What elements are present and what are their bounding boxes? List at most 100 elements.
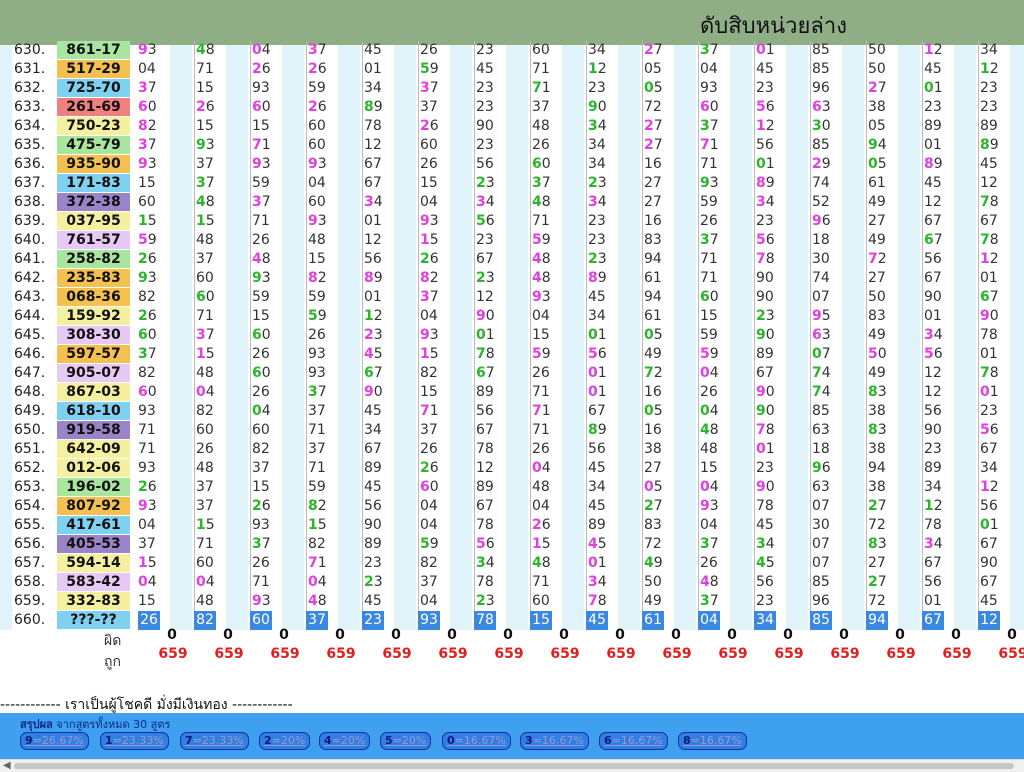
prediction-cell: 60 xyxy=(138,327,157,343)
prediction-cell: 23 xyxy=(474,98,510,117)
prediction-cell: 56 xyxy=(362,497,398,516)
summary-badge[interactable]: 4=20% xyxy=(319,732,371,750)
prediction-cell: 78 xyxy=(362,117,398,136)
table-row: 640. 761-57 59 48 26 48 12 15 23 59 23 83 37 56 18 49 67… xyxy=(0,231,1024,250)
scroll-left-icon[interactable]: ◀ xyxy=(3,760,11,771)
prediction-cell: 15 xyxy=(250,478,286,497)
prediction-cell: 34 xyxy=(362,421,398,440)
prediction-cell: 90 xyxy=(754,478,790,497)
prediction-cell: 04 xyxy=(138,61,156,77)
prediction-cell: 15 xyxy=(418,383,454,402)
summary-badge[interactable]: 2=20% xyxy=(259,732,311,750)
prediction-cell: 49 xyxy=(642,592,678,611)
summary-badge[interactable]: 8=16.67% xyxy=(678,732,747,750)
row-number: 646. xyxy=(14,346,46,362)
prediction-cell-pending: 37 xyxy=(306,611,328,630)
prediction-cell: 37 xyxy=(418,288,454,307)
prediction-cell: 01 xyxy=(586,326,622,345)
prediction-cell: 45 xyxy=(922,60,958,79)
summary-badge[interactable]: 7=23.33% xyxy=(180,732,249,750)
horizontal-scrollbar[interactable]: ◀ xyxy=(0,759,1024,772)
prediction-cell: 59 xyxy=(138,232,157,248)
prediction-cell: 93 xyxy=(138,498,157,514)
wrong-count: 0 xyxy=(503,627,513,643)
prediction-cell: 18 xyxy=(810,231,846,250)
prediction-cell: 50 xyxy=(642,573,678,592)
prediction-cell: 60 xyxy=(698,98,734,117)
prediction-cell: 27 xyxy=(642,117,678,136)
prediction-cell: 15 xyxy=(418,345,454,364)
prediction-cell: 89 xyxy=(474,478,510,497)
draw-result: 807-92 xyxy=(57,497,130,515)
row-number: 649. xyxy=(14,403,46,419)
prediction-cell: 78 xyxy=(978,231,1014,250)
prediction-cell: 74 xyxy=(810,364,846,383)
prediction-cell: 93 xyxy=(138,403,156,419)
prediction-cell: 60 xyxy=(306,193,342,212)
prediction-cell: 07 xyxy=(810,554,846,573)
prediction-cell: 89 xyxy=(754,174,790,193)
prediction-cell: 34 xyxy=(586,117,622,136)
prediction-cell: 26 xyxy=(138,251,157,267)
prediction-cell: 01 xyxy=(586,383,622,402)
prediction-cell: 05 xyxy=(866,155,902,174)
prediction-cell: 27 xyxy=(866,573,902,592)
table-row: 642. 235-83 93 60 93 82 89 82 23 48 89 61 71 90 74 27 67… xyxy=(0,269,1024,288)
prediction-cell: 78 xyxy=(754,497,790,516)
row-number: 637. xyxy=(14,175,46,191)
summary-badge[interactable]: 0=16.67% xyxy=(442,732,511,750)
draw-result: 750-23 xyxy=(57,117,130,135)
prediction-cell: 23 xyxy=(754,212,790,231)
prediction-cell: 60 xyxy=(250,364,286,383)
prediction-cell: 89 xyxy=(586,269,622,288)
prediction-cell: 04 xyxy=(418,193,454,212)
prediction-cell: 56 xyxy=(922,345,958,364)
row-number: 653. xyxy=(14,479,46,495)
summary-badge[interactable]: 1=23.33% xyxy=(100,732,169,750)
summary-badge[interactable]: 5=20% xyxy=(380,732,432,750)
prediction-cell: 30 xyxy=(810,250,846,269)
prediction-cell: 74 xyxy=(810,174,846,193)
draw-result-pending: ???-?? xyxy=(57,611,130,629)
prediction-cell: 59 xyxy=(530,345,566,364)
prediction-cell: 72 xyxy=(866,516,902,535)
prediction-cell: 05 xyxy=(642,402,678,421)
prediction-cell: 60 xyxy=(250,98,286,117)
prediction-cell: 56 xyxy=(586,345,622,364)
draw-result: 159-92 xyxy=(57,307,130,325)
prediction-cell: 01 xyxy=(978,383,1014,402)
prediction-cell: 04 xyxy=(698,364,734,383)
prediction-cell: 26 xyxy=(530,136,566,155)
scrollbar-thumb[interactable] xyxy=(14,763,1014,769)
prediction-cell: 93 xyxy=(306,364,342,383)
prediction-cell: 48 xyxy=(530,193,566,212)
prediction-cell: 71 xyxy=(698,250,734,269)
prediction-cell: 93 xyxy=(250,155,286,174)
summary-badge[interactable]: 3=16.67% xyxy=(520,732,589,750)
prediction-cell: 23 xyxy=(922,98,958,117)
prediction-cell: 71 xyxy=(194,307,230,326)
prediction-cell: 56 xyxy=(474,155,510,174)
prediction-cell: 01 xyxy=(362,60,398,79)
prediction-cell: 45 xyxy=(978,592,1014,611)
table-row: 636. 935-90 93 37 93 93 67 26 56 60 34 16 71 01 29 05 89… xyxy=(0,155,1024,174)
prediction-cell: 05 xyxy=(642,79,678,98)
row-number: 657. xyxy=(14,555,46,571)
prediction-cell: 71 xyxy=(194,60,230,79)
prediction-cell: 89 xyxy=(586,516,622,535)
prediction-cell: 15 xyxy=(530,326,566,345)
summary-badge[interactable]: 9=26.67% xyxy=(20,732,89,750)
prediction-cell-pending: 60 xyxy=(250,611,272,630)
prediction-cell: 56 xyxy=(922,402,958,421)
prediction-cell: 59 xyxy=(530,231,566,250)
prediction-cell: 60 xyxy=(306,117,342,136)
wrong-count: 0 xyxy=(839,627,849,643)
summary-badge[interactable]: 6=16.67% xyxy=(599,732,668,750)
table-row: 632. 725-70 37 15 93 59 34 37 23 71 23 05 93 23 96 27 01… xyxy=(0,79,1024,98)
prediction-cell: 45 xyxy=(754,554,790,573)
prediction-cell: 89 xyxy=(362,535,398,554)
prediction-cell: 30 xyxy=(810,516,846,535)
prediction-cell: 89 xyxy=(922,155,958,174)
prediction-cell: 48 xyxy=(250,250,286,269)
prediction-cell: 85 xyxy=(810,402,846,421)
